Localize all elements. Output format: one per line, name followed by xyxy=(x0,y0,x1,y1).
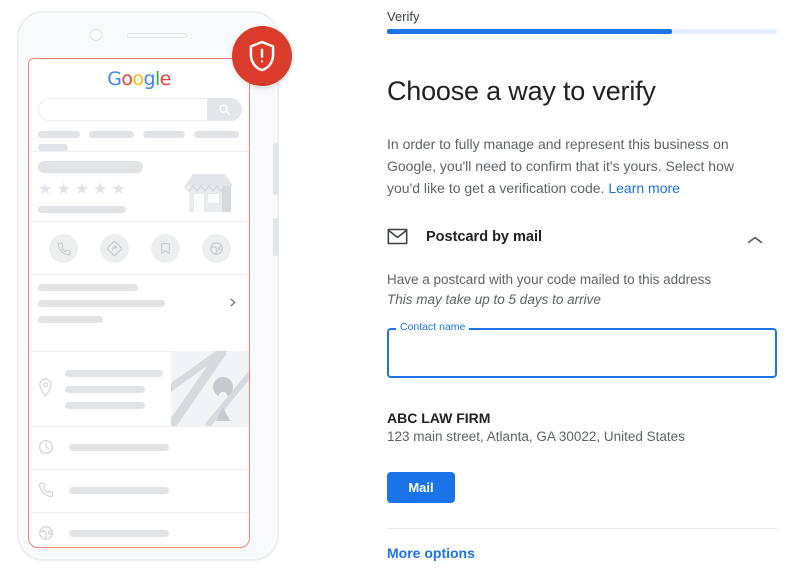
info-row[interactable] xyxy=(38,284,238,323)
contact-name-label: Contact name xyxy=(396,321,470,333)
address-row[interactable] xyxy=(29,351,249,426)
footer-divider xyxy=(387,528,777,529)
step-label: Verify xyxy=(387,9,420,24)
chevron-up-icon[interactable] xyxy=(747,232,763,250)
content-pane: Verify Choose a way to verify In order t… xyxy=(385,0,800,573)
text-placeholder xyxy=(69,487,169,494)
business-address: 123 main street, Atlanta, GA 30022, Unit… xyxy=(387,429,685,444)
phone-screen: Google ★ ★ ★ ★ ★ xyxy=(28,58,250,548)
description-text: In order to fully manage and represent t… xyxy=(387,136,734,196)
star-icon: ★ xyxy=(111,181,126,198)
text-placeholder xyxy=(69,444,169,451)
hours-row[interactable] xyxy=(29,426,249,469)
phone-row[interactable] xyxy=(29,469,249,512)
text-placeholder xyxy=(65,386,145,393)
address-placeholders xyxy=(65,370,163,409)
listing-title-placeholder xyxy=(38,161,143,173)
volume-button xyxy=(273,143,279,195)
google-logo: Google xyxy=(107,68,171,90)
text-placeholder xyxy=(65,370,163,377)
text-placeholder xyxy=(38,300,165,307)
envelope-icon xyxy=(387,228,408,250)
method-note: This may take up to 5 days to arrive xyxy=(387,292,601,307)
share-icon[interactable] xyxy=(202,234,231,263)
divider xyxy=(29,151,249,152)
chip-placeholder xyxy=(143,131,185,138)
text-placeholder xyxy=(69,530,169,537)
verification-page: Google ★ ★ ★ ★ ★ Verify Choose a way to … xyxy=(0,0,800,573)
contact-name-field[interactable]: Contact name xyxy=(387,321,777,378)
star-icon: ★ xyxy=(93,181,108,198)
mail-button[interactable]: Mail xyxy=(387,472,455,503)
text-placeholder xyxy=(38,284,138,291)
map-pin-icon xyxy=(38,378,53,402)
page-title: Choose a way to verify xyxy=(387,76,656,106)
illustration-pane: Google ★ ★ ★ ★ ★ xyxy=(0,0,385,573)
rating-stars: ★ ★ ★ ★ ★ xyxy=(38,182,126,198)
search-icon[interactable] xyxy=(207,98,242,121)
page-description: In order to fully manage and represent t… xyxy=(387,133,759,199)
more-options-link[interactable]: More options xyxy=(387,545,475,561)
speaker-grill xyxy=(127,33,187,38)
filter-chips xyxy=(38,131,246,138)
star-icon: ★ xyxy=(38,181,53,198)
learn-more-link[interactable]: Learn more xyxy=(608,180,680,196)
power-button xyxy=(273,218,279,256)
star-icon: ★ xyxy=(74,181,90,198)
search-input[interactable] xyxy=(38,98,242,121)
progress-bar xyxy=(387,29,777,34)
camera-icon xyxy=(90,29,102,41)
divider xyxy=(29,221,249,222)
website-row[interactable] xyxy=(29,512,249,547)
method-description: Have a postcard with your code mailed to… xyxy=(387,272,712,287)
phone-icon xyxy=(38,482,54,503)
chip-placeholder xyxy=(38,131,80,138)
storefront-icon xyxy=(179,156,241,218)
divider xyxy=(29,274,249,275)
star-icon: ★ xyxy=(56,181,71,198)
chip-placeholder xyxy=(194,131,239,138)
method-postcard-header[interactable]: Postcard by mail xyxy=(387,224,777,254)
bookmark-icon[interactable] xyxy=(151,234,180,263)
phone-icon[interactable] xyxy=(49,234,78,263)
chevron-right-icon[interactable] xyxy=(227,295,238,313)
listing-actions xyxy=(38,234,242,263)
text-placeholder xyxy=(65,402,145,409)
shield-alert-icon xyxy=(232,26,292,86)
business-name: ABC LAW FIRM xyxy=(387,410,491,426)
method-title: Postcard by mail xyxy=(426,229,543,245)
listing-subtitle-placeholder xyxy=(38,206,126,213)
contact-name-input[interactable] xyxy=(399,338,765,370)
globe-icon xyxy=(38,525,54,546)
text-placeholder xyxy=(38,316,103,323)
phone-top-hardware xyxy=(70,28,230,42)
map-thumbnail[interactable] xyxy=(171,351,249,426)
progress-fill xyxy=(387,29,672,34)
chip-placeholder xyxy=(38,144,68,151)
chip-placeholder xyxy=(89,131,134,138)
directions-icon[interactable] xyxy=(100,234,129,263)
clock-icon xyxy=(38,439,54,460)
